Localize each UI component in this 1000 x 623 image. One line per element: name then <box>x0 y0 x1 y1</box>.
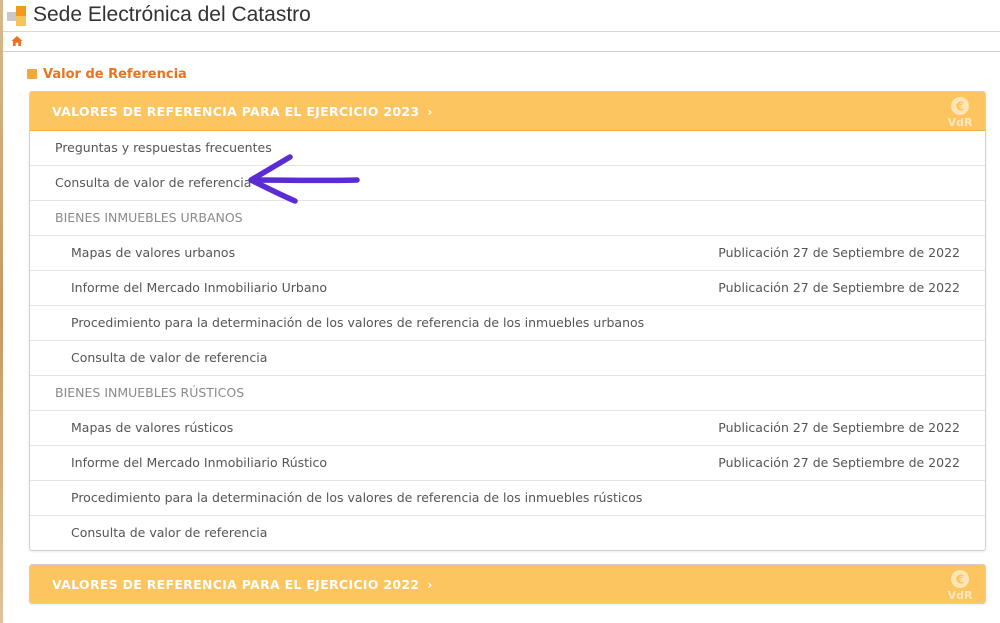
chevron-right-icon: › <box>427 578 433 592</box>
informe-urbano-row[interactable]: Informe del Mercado Inmobiliario Urbano … <box>30 271 985 306</box>
mapas-urbanos-row[interactable]: Mapas de valores urbanos Publicación 27 … <box>30 236 985 271</box>
faq-link[interactable]: Preguntas y respuestas frecuentes <box>55 131 272 165</box>
category-rusticos-row: BIENES INMUEBLES RÚSTICOS <box>30 376 985 411</box>
svg-text:€: € <box>955 573 964 587</box>
left-edge-decoration <box>0 0 3 623</box>
breadcrumb-bar <box>3 32 1000 52</box>
procedimiento-rusticos-link[interactable]: Procedimiento para la determinación de l… <box>71 481 642 515</box>
informe-rustico-row[interactable]: Informe del Mercado Inmobiliario Rústico… <box>30 446 985 481</box>
annotation-arrow-icon <box>248 154 360 204</box>
panel-ejercicio-2023: VALORES DE REFERENCIA PARA EL EJERCICIO … <box>29 91 986 551</box>
panel-header-2022[interactable]: VALORES DE REFERENCIA PARA EL EJERCICIO … <box>30 565 985 603</box>
consulta-urbanos-row[interactable]: Consulta de valor de referencia <box>30 341 985 376</box>
home-icon[interactable] <box>11 35 23 47</box>
consulta-urbanos-link[interactable]: Consulta de valor de referencia <box>71 341 267 375</box>
consulta-valor-referencia-row[interactable]: Consulta de valor de referencia <box>30 166 985 201</box>
category-rusticos-label: BIENES INMUEBLES RÚSTICOS <box>55 385 245 400</box>
site-header: Sede Electrónica del Catastro <box>3 0 1000 32</box>
informe-rustico-link[interactable]: Informe del Mercado Inmobiliario Rústico <box>71 446 327 480</box>
section-bullet-icon <box>27 69 37 79</box>
procedimiento-urbanos-link[interactable]: Procedimiento para la determinación de l… <box>71 306 644 340</box>
site-title[interactable]: Sede Electrónica del Catastro <box>33 3 311 27</box>
consulta-rusticos-link[interactable]: Consulta de valor de referencia <box>71 516 267 550</box>
publication-date: Publicación 27 de Septiembre de 2022 <box>718 455 960 470</box>
panel-title-2023[interactable]: VALORES DE REFERENCIA PARA EL EJERCICIO … <box>52 104 433 119</box>
mapas-rusticos-row[interactable]: Mapas de valores rústicos Publicación 27… <box>30 411 985 446</box>
consulta-valor-referencia-link[interactable]: Consulta de valor de referencia <box>55 166 251 200</box>
category-urbanos-label: BIENES INMUEBLES URBANOS <box>55 210 243 225</box>
procedimiento-urbanos-row[interactable]: Procedimiento para la determinación de l… <box>30 306 985 341</box>
procedimiento-rusticos-row[interactable]: Procedimiento para la determinación de l… <box>30 481 985 516</box>
publication-date: Publicación 27 de Septiembre de 2022 <box>718 280 960 295</box>
panel-ejercicio-2022: VALORES DE REFERENCIA PARA EL EJERCICIO … <box>29 564 986 604</box>
catastro-logo[interactable] <box>7 6 29 26</box>
category-urbanos-row: BIENES INMUEBLES URBANOS <box>30 201 985 236</box>
section-title: Valor de Referencia <box>27 67 187 83</box>
faq-link-row[interactable]: Preguntas y respuestas frecuentes <box>30 131 985 166</box>
vdr-badge-label: VdR <box>948 116 973 128</box>
informe-urbano-link[interactable]: Informe del Mercado Inmobiliario Urbano <box>71 271 327 305</box>
vdr-euro-icon: € VdR <box>948 570 973 601</box>
mapas-urbanos-link[interactable]: Mapas de valores urbanos <box>71 236 235 270</box>
chevron-right-icon: › <box>427 105 433 119</box>
vdr-euro-icon: € VdR <box>948 97 973 128</box>
vdr-badge-label: VdR <box>948 589 973 601</box>
section-title-text: Valor de Referencia <box>43 67 187 82</box>
publication-date: Publicación 27 de Septiembre de 2022 <box>718 245 960 260</box>
publication-date: Publicación 27 de Septiembre de 2022 <box>718 420 960 435</box>
consulta-rusticos-row[interactable]: Consulta de valor de referencia <box>30 516 985 550</box>
panel-title-2022[interactable]: VALORES DE REFERENCIA PARA EL EJERCICIO … <box>52 577 433 592</box>
mapas-rusticos-link[interactable]: Mapas de valores rústicos <box>71 411 233 445</box>
panel-header-2023[interactable]: VALORES DE REFERENCIA PARA EL EJERCICIO … <box>30 92 985 131</box>
svg-text:€: € <box>955 100 964 114</box>
